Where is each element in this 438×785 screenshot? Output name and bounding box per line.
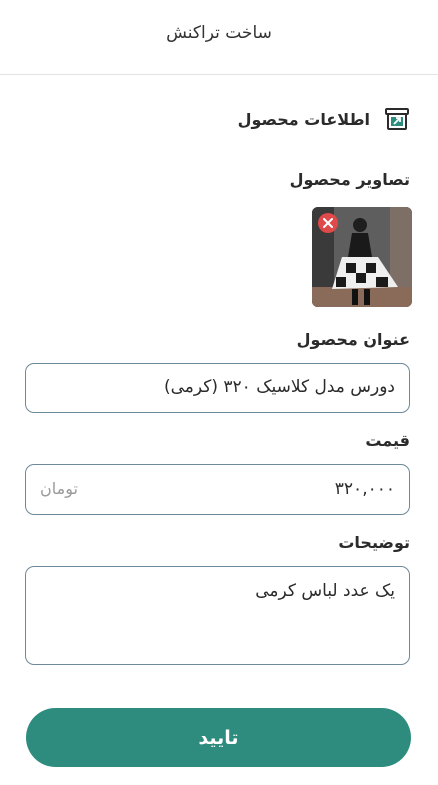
product-title-label: عنوان محصول	[296, 330, 410, 349]
price-label: قیمت	[365, 431, 410, 450]
confirm-label: تایید	[198, 726, 239, 749]
confirm-button[interactable]: تایید	[26, 708, 411, 767]
price-unit: تومان	[40, 479, 78, 498]
page-title: ساخت تراکنش	[166, 23, 272, 43]
product-title-field[interactable]: دورس مدل کلاسیک ۳۲۰ (کرمی)	[25, 363, 410, 413]
price-field[interactable]: ۳۲۰,۰۰۰ تومان	[25, 464, 410, 515]
description-label: توضیحات	[338, 533, 410, 552]
box-arrow-icon	[384, 106, 410, 132]
remove-image-button[interactable]	[318, 213, 338, 233]
images-label: تصاویر محصول	[289, 170, 410, 189]
close-icon	[323, 218, 333, 228]
section-header: اطلاعات محصول	[238, 106, 410, 132]
description-field[interactable]: یک عدد لباس کرمی	[25, 566, 410, 665]
description-value: یک عدد لباس کرمی	[255, 581, 395, 601]
price-value: ۳۲۰,۰۰۰	[334, 479, 395, 499]
top-bar: ساخت تراکنش	[0, 0, 438, 75]
product-title-value: دورس مدل کلاسیک ۳۲۰ (کرمی)	[164, 377, 395, 397]
section-title: اطلاعات محصول	[237, 109, 370, 129]
